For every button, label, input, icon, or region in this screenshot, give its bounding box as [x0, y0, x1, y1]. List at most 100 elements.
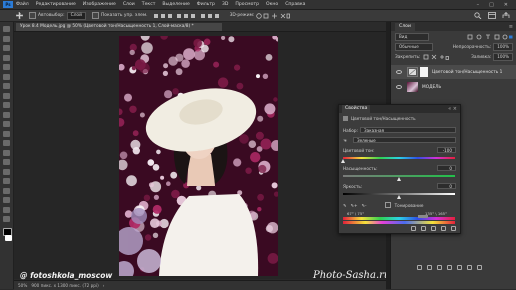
visibility-eye-icon[interactable]	[396, 70, 402, 74]
menu-3d[interactable]: 3D	[222, 2, 228, 7]
blossom	[171, 189, 180, 199]
show-transform-option[interactable]: Показать упр. элем.	[91, 12, 148, 19]
menu-edit[interactable]: Редактирование	[36, 2, 76, 7]
background-color-swatch[interactable]	[5, 235, 12, 241]
new-adjustment-icon[interactable]	[447, 265, 452, 270]
opacity-field[interactable]: 100%	[493, 43, 513, 51]
eyedropper-plus-icon[interactable]: ✎+	[351, 203, 358, 208]
layers-filter-dropdown[interactable]: Вид	[395, 33, 429, 41]
saturation-slider-handle[interactable]	[396, 177, 401, 181]
panel-menu-icon[interactable]: ≡	[509, 24, 513, 30]
autoselect-option[interactable]: Автовыбор: Слой	[29, 11, 86, 20]
menu-image[interactable]: Изображение	[83, 2, 116, 7]
add-mask-icon[interactable]	[437, 265, 442, 270]
move-tool-icon[interactable]	[16, 12, 23, 19]
eyedropper-tool-icon[interactable]	[3, 83, 10, 89]
view-previous-icon[interactable]	[421, 226, 426, 231]
menu-file[interactable]: Файл	[16, 2, 29, 7]
properties-close-icon[interactable]: « ×	[448, 106, 457, 112]
eyedropper-icon[interactable]: ✎	[343, 203, 347, 208]
clip-to-layer-icon[interactable]	[411, 226, 416, 231]
layer-mask-thumb[interactable]	[420, 67, 428, 77]
reset-icon[interactable]	[431, 226, 436, 231]
saturation-value[interactable]: 0	[437, 165, 456, 171]
search-icon[interactable]	[474, 12, 482, 19]
quick-select-tool-icon[interactable]	[3, 54, 10, 61]
photoshop-logo-icon[interactable]: Ps	[3, 1, 13, 8]
lasso-tool-icon[interactable]	[3, 45, 10, 51]
lightness-label: Яркость:	[343, 184, 363, 189]
preset-dropdown[interactable]: Заказная	[360, 127, 456, 133]
lightness-slider-handle[interactable]	[396, 195, 401, 199]
channel-dropdown[interactable]: Зеленые	[353, 137, 456, 143]
fill-field[interactable]: 100%	[493, 53, 513, 61]
new-layer-icon[interactable]	[467, 265, 472, 270]
link-layers-icon[interactable]	[417, 265, 422, 270]
crop-tool-icon[interactable]	[3, 64, 10, 70]
layer-name[interactable]: Цветовой тон/Насыщенность 1	[432, 70, 502, 75]
close-icon[interactable]: ✕	[504, 2, 508, 8]
zoom-tool-icon[interactable]	[3, 216, 10, 222]
menu-filter[interactable]: Фильтр	[197, 2, 215, 7]
shape-tool-icon[interactable]	[3, 197, 10, 203]
path-select-tool-icon[interactable]	[3, 187, 10, 194]
maximize-icon[interactable]: □	[489, 2, 494, 8]
hand-adjust-icon[interactable]: ☚	[343, 138, 347, 143]
healing-tool-icon[interactable]	[3, 92, 10, 99]
lock-icons[interactable]	[423, 54, 450, 60]
dodge-tool-icon[interactable]	[3, 159, 10, 165]
range-selector[interactable]	[418, 215, 428, 218]
frame-tool-icon[interactable]	[3, 73, 10, 80]
menu-type[interactable]: Текст	[142, 2, 156, 7]
marquee-tool-icon[interactable]	[3, 35, 10, 42]
properties-tab[interactable]: Свойства	[342, 105, 371, 113]
layer-name[interactable]: МОДЕЛЬ	[422, 85, 441, 90]
show-transform-checkbox[interactable]	[91, 12, 99, 19]
hand-tool-icon[interactable]	[3, 206, 10, 213]
blossom	[245, 167, 252, 174]
photo-canvas[interactable]	[119, 36, 278, 276]
move-tool-icon[interactable]	[3, 26, 10, 32]
document-tab[interactable]: Урок 8.4 Модель.jpg @ 50% (Цветовой тон/…	[16, 23, 222, 31]
eyedropper-minus-icon[interactable]: ✎-	[362, 203, 367, 208]
filter-icons[interactable]	[467, 34, 513, 40]
new-group-icon[interactable]	[457, 265, 462, 270]
layers-tab[interactable]: Слои	[395, 22, 415, 31]
delete-adjustment-icon[interactable]	[451, 226, 456, 231]
autoselect-dropdown[interactable]: Слой	[66, 11, 86, 20]
fx-icon[interactable]	[427, 265, 432, 270]
colorize-checkbox[interactable]	[384, 202, 391, 208]
layer-row-model[interactable]: МОДЕЛЬ	[391, 80, 516, 94]
layer-row-hue-saturation[interactable]: Цветовой тон/Насыщенность 1	[391, 65, 516, 79]
eraser-tool-icon[interactable]	[3, 130, 10, 137]
status-arrow-icon[interactable]: ›	[103, 283, 105, 288]
visibility-toggle-icon[interactable]	[441, 226, 446, 231]
type-tool-icon[interactable]	[3, 178, 10, 184]
lightness-value[interactable]: 0	[437, 183, 456, 189]
zoom-level[interactable]: 50%	[18, 283, 27, 288]
brush-tool-icon[interactable]	[3, 102, 10, 108]
trash-icon[interactable]	[477, 265, 482, 270]
adjustment-layer-thumb-icon	[407, 67, 418, 77]
3d-mode-icons[interactable]	[256, 12, 291, 19]
autoselect-checkbox[interactable]	[29, 12, 36, 19]
blend-mode-dropdown[interactable]: Обычные	[395, 43, 433, 51]
menu-view[interactable]: Просмотр	[235, 2, 259, 7]
menu-select[interactable]: Выделение	[162, 2, 189, 7]
share-icon[interactable]	[502, 12, 510, 19]
lock-label: Закрепить:	[395, 54, 421, 60]
blur-tool-icon[interactable]	[3, 149, 10, 156]
menu-window[interactable]: Окно	[266, 2, 278, 7]
gradient-tool-icon[interactable]	[3, 140, 10, 146]
pen-tool-icon[interactable]	[3, 168, 10, 175]
clone-tool-icon[interactable]	[3, 111, 10, 118]
hue-slider-track[interactable]	[343, 157, 455, 159]
menu-layers[interactable]: Слои	[123, 2, 135, 7]
hue-value[interactable]: -100	[437, 147, 456, 153]
visibility-eye-icon[interactable]	[396, 85, 402, 89]
hue-slider-handle[interactable]	[340, 159, 345, 163]
minimize-icon[interactable]: –	[477, 2, 480, 8]
workspace-icon[interactable]	[488, 12, 496, 19]
menu-help[interactable]: Справка	[285, 2, 305, 7]
history-brush-tool-icon[interactable]	[3, 121, 10, 127]
